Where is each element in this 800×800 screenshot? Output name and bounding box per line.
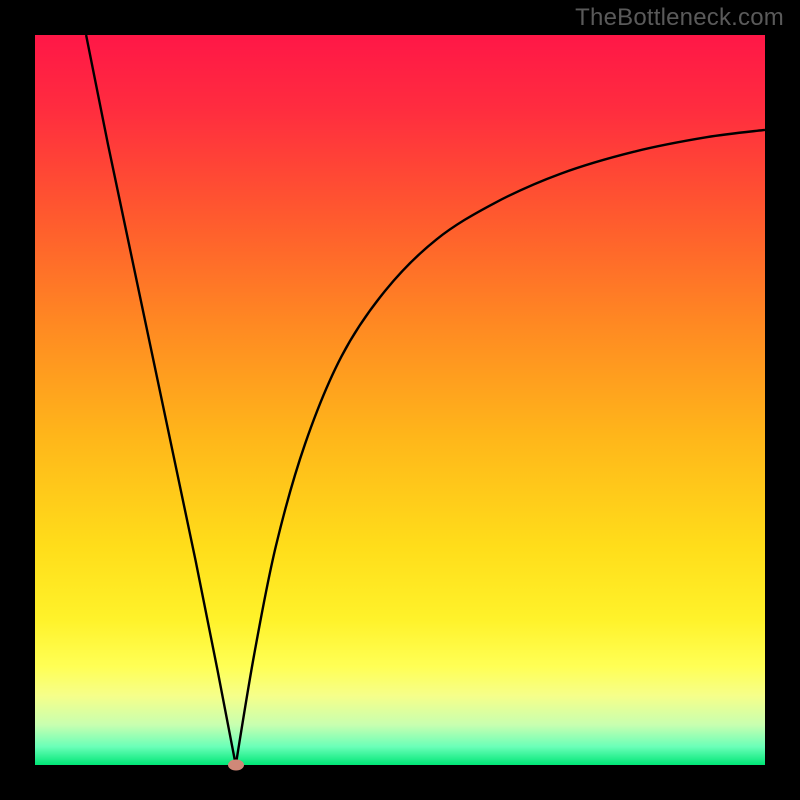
chart-frame: TheBottleneck.com [0,0,800,800]
watermark-text: TheBottleneck.com [575,4,784,32]
plot-area [35,35,765,765]
minimum-marker-icon [228,760,244,771]
bottleneck-curve [35,35,765,765]
